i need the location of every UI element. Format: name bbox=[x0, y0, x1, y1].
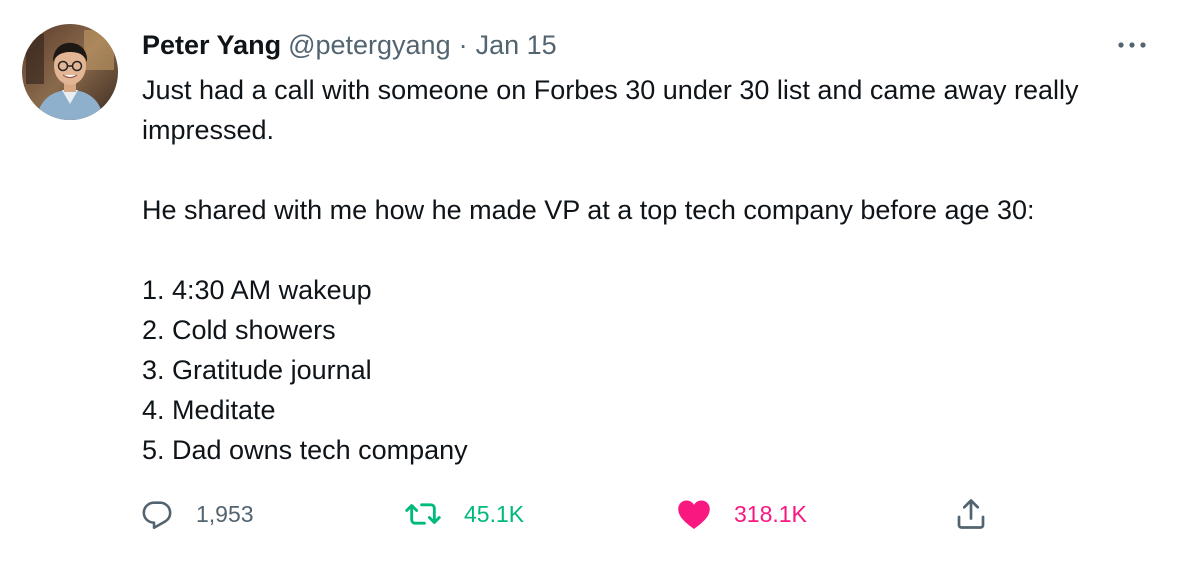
profile-photo bbox=[22, 24, 118, 120]
like-button[interactable]: 318.1K bbox=[676, 492, 807, 536]
separator-dot: · bbox=[458, 30, 468, 60]
like-count: 318.1K bbox=[734, 500, 807, 527]
list-item: 2. Cold showers bbox=[142, 315, 336, 345]
more-horizontal-icon bbox=[1118, 42, 1146, 48]
list-item: 1. 4:30 AM wakeup bbox=[142, 275, 372, 305]
more-button[interactable] bbox=[1112, 30, 1152, 60]
retweet-icon bbox=[404, 497, 442, 531]
tweet-paragraph: He shared with me how he made VP at a to… bbox=[142, 195, 1035, 225]
share-icon bbox=[953, 496, 989, 532]
retweet-count: 45.1K bbox=[464, 500, 525, 527]
reply-icon bbox=[140, 497, 174, 531]
retweet-button[interactable]: 45.1K bbox=[404, 492, 524, 536]
avatar[interactable] bbox=[22, 24, 118, 120]
reply-count: 1,953 bbox=[196, 500, 254, 527]
heart-icon bbox=[676, 497, 712, 531]
tweet-actions: 1,953 45.1K 318.1K bbox=[0, 492, 1182, 536]
tweet-paragraph: Just had a call with someone on Forbes 3… bbox=[142, 75, 1079, 145]
share-button[interactable] bbox=[953, 492, 989, 536]
tweet-date[interactable]: Jan 15 bbox=[476, 28, 557, 62]
list-item: 4. Meditate bbox=[142, 395, 276, 425]
tweet-text: Just had a call with someone on Forbes 3… bbox=[142, 70, 1142, 470]
tweet: Peter Yang @petergyang · Jan 15 Just had… bbox=[0, 0, 1182, 570]
author-handle[interactable]: @petergyang bbox=[288, 28, 451, 62]
tweet-header: Peter Yang @petergyang · Jan 15 bbox=[142, 28, 557, 62]
list-item: 5. Dad owns tech company bbox=[142, 435, 468, 465]
reply-button[interactable]: 1,953 bbox=[140, 492, 254, 536]
author-name[interactable]: Peter Yang bbox=[142, 28, 281, 62]
list-item: 3. Gratitude journal bbox=[142, 355, 372, 385]
